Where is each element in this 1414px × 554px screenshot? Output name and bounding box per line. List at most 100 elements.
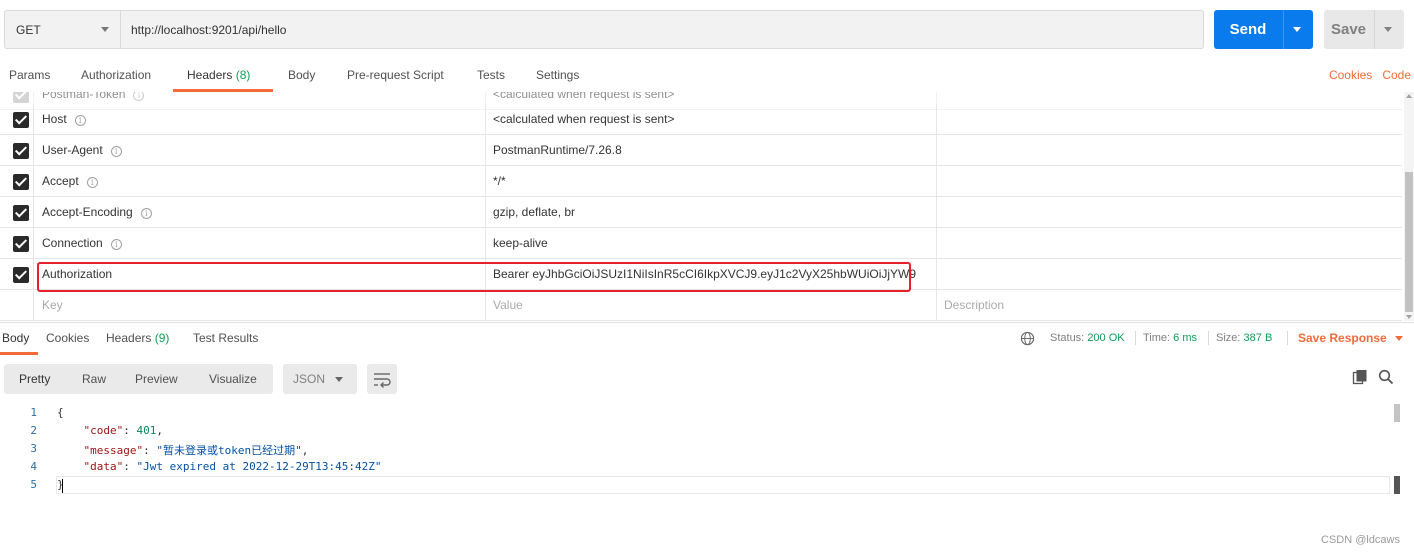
scrollbar-thumb[interactable] <box>1394 404 1400 422</box>
globe-icon[interactable] <box>1020 331 1035 346</box>
tab-prerequest-script[interactable]: Pre-request Script <box>347 68 444 82</box>
info-icon: i <box>110 146 122 157</box>
raw-button[interactable]: Raw <box>82 364 106 394</box>
scrollbar-thumb[interactable] <box>1405 172 1413 312</box>
highlight-box <box>37 262 911 292</box>
tab-authorization[interactable]: Authorization <box>81 68 151 82</box>
line-number: 1 <box>30 406 37 419</box>
method-select[interactable]: GET <box>5 11 121 48</box>
chevron-down-icon <box>335 377 343 382</box>
request-tabs: Params Authorization Headers (8) Body Pr… <box>0 60 1414 92</box>
save-options-chevron-icon[interactable] <box>1384 27 1392 32</box>
current-line-highlight <box>56 476 1390 494</box>
tab-params[interactable]: Params <box>9 68 50 82</box>
header-value: */* <box>493 174 506 188</box>
cookies-link[interactable]: Cookies <box>1329 68 1372 82</box>
time-label: Time: <box>1143 332 1171 344</box>
visualize-button[interactable]: Visualize <box>209 364 257 394</box>
format-select[interactable]: JSON <box>283 364 357 394</box>
tab-response-body[interactable]: Body <box>2 331 29 345</box>
table-row-new: Key Value Description <box>0 290 1402 321</box>
header-key: Postman-Token i <box>42 92 145 101</box>
header-key: Accept-Encoding i <box>42 205 152 219</box>
line-number: 3 <box>30 442 37 455</box>
save-button[interactable]: Save <box>1324 10 1404 49</box>
save-response-button[interactable]: Save Response <box>1298 331 1403 345</box>
header-value: <calculated when request is sent> <box>493 112 675 126</box>
line-number: 4 <box>30 460 37 473</box>
tab-response-headers-count: (9) <box>154 331 170 345</box>
request-links: Cookies Code <box>1319 68 1411 82</box>
tab-response-headers[interactable]: Headers (9) <box>106 331 169 345</box>
code-link[interactable]: Code <box>1382 68 1411 82</box>
chevron-down-icon <box>101 27 109 32</box>
response-tabs: Body Cookies Headers (9) Test Results St… <box>0 322 1414 355</box>
save-label: Save <box>1330 21 1367 38</box>
header-value: gzip, deflate, br <box>493 205 576 219</box>
tab-response-headers-label: Headers <box>106 331 152 345</box>
checkbox[interactable] <box>13 174 29 190</box>
status-value: 200 OK <box>1087 332 1125 344</box>
info-icon: i <box>140 208 152 219</box>
header-key: Accept i <box>42 174 98 188</box>
checkbox[interactable] <box>13 112 29 128</box>
save-response-label: Save Response <box>1298 331 1387 345</box>
tab-tests[interactable]: Tests <box>477 68 505 82</box>
scroll-down-icon[interactable] <box>1406 315 1412 319</box>
tab-test-results[interactable]: Test Results <box>193 331 258 345</box>
editor-scrollbar[interactable] <box>1394 404 1402 494</box>
view-mode-group: Pretty Raw Preview Visualize <box>4 364 273 394</box>
checkbox[interactable] <box>13 236 29 252</box>
table-row: Accept i */* <box>0 166 1402 197</box>
info-icon: i <box>74 115 86 126</box>
time-value: 6 ms <box>1173 332 1197 344</box>
header-key: Host i <box>42 112 86 126</box>
line-number: 2 <box>30 424 37 437</box>
new-description-input[interactable]: Description <box>944 298 1004 312</box>
wrap-lines-button[interactable] <box>367 364 397 394</box>
request-bar: GET http://localhost:9201/api/hello <box>4 10 1204 49</box>
format-label: JSON <box>293 372 326 386</box>
checkbox[interactable] <box>13 267 29 283</box>
checkbox[interactable] <box>13 205 29 221</box>
info-icon: i <box>133 92 145 101</box>
copy-icon[interactable] <box>1352 369 1368 385</box>
checkbox[interactable] <box>13 92 29 103</box>
header-key: Connection i <box>42 236 122 250</box>
send-button[interactable]: Send <box>1214 10 1313 49</box>
line-number: 5 <box>30 478 37 491</box>
divider <box>1135 331 1136 345</box>
status-info[interactable]: Status: 200 OK <box>1050 332 1125 344</box>
wrap-icon <box>374 373 391 388</box>
search-icon[interactable] <box>1378 369 1394 385</box>
table-row: Accept-Encoding i gzip, deflate, br <box>0 197 1402 228</box>
time-info[interactable]: Time: 6 ms <box>1143 332 1197 344</box>
divider <box>1287 331 1288 345</box>
new-value-input[interactable]: Value <box>493 298 523 312</box>
new-key-input[interactable]: Key <box>42 298 63 312</box>
preview-button[interactable]: Preview <box>135 364 178 394</box>
send-options-chevron-icon[interactable] <box>1293 27 1301 32</box>
scroll-up-icon[interactable] <box>1406 94 1412 98</box>
size-label: Size: <box>1216 332 1241 344</box>
size-info[interactable]: Size: 387 B <box>1216 332 1272 344</box>
chevron-down-icon <box>1394 336 1403 341</box>
header-value: PostmanRuntime/7.26.8 <box>493 143 622 157</box>
tab-response-cookies[interactable]: Cookies <box>46 331 89 345</box>
code-line: "code": 401, <box>83 424 164 437</box>
url-input[interactable]: http://localhost:9201/api/hello <box>131 11 286 48</box>
info-icon: i <box>110 239 122 250</box>
tab-body[interactable]: Body <box>288 68 315 82</box>
checkbox[interactable] <box>13 143 29 159</box>
divider <box>1208 331 1209 345</box>
pretty-button[interactable]: Pretty <box>19 364 50 394</box>
code-line: "data": "Jwt expired at 2022-12-29T13:45… <box>83 460 382 473</box>
save-divider <box>1374 10 1375 49</box>
response-body-editor[interactable]: 1 2 3 4 5 { "code": 401, "message": "暂未登… <box>0 404 1404 494</box>
tab-settings[interactable]: Settings <box>536 68 579 82</box>
status-label: Status: <box>1050 332 1085 344</box>
header-value: <calculated when request is sent> <box>493 92 675 101</box>
tab-headers[interactable]: Headers (8) <box>187 68 250 82</box>
headers-scrollbar[interactable] <box>1404 92 1414 321</box>
text-cursor <box>62 479 63 493</box>
